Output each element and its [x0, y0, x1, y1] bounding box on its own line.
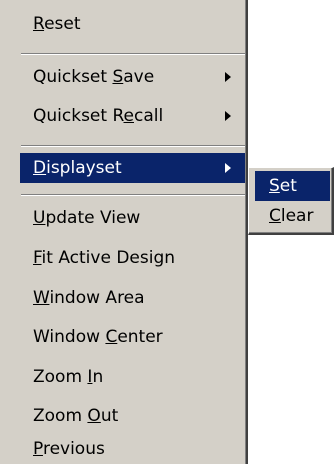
- menu-item-label: Zoom Out: [33, 406, 119, 426]
- menu-item-displayset[interactable]: Displayset: [20, 153, 245, 183]
- screenshot-stage: Reset Quickset Save Quickset Recall Disp…: [0, 0, 334, 464]
- menu-item-previous[interactable]: Previous: [20, 434, 245, 464]
- menu-item-quickset-recall[interactable]: Quickset Recall: [20, 101, 245, 131]
- menu-item-quickset-save[interactable]: Quickset Save: [20, 62, 245, 92]
- menu-separator: [21, 53, 245, 55]
- submenu-arrow-icon: [225, 111, 231, 121]
- submenu-item-set[interactable]: Set: [255, 171, 330, 201]
- submenu-arrow-icon: [225, 72, 231, 82]
- context-menu: Reset Quickset Save Quickset Recall Disp…: [0, 0, 248, 464]
- submenu-item-label: Clear: [269, 206, 314, 226]
- menu-separator: [21, 194, 245, 196]
- menu-item-reset[interactable]: Reset: [20, 9, 245, 39]
- menu-separator: [21, 145, 245, 147]
- menu-item-label: Window Area: [33, 288, 145, 308]
- menu-item-label: Quickset Recall: [33, 106, 164, 126]
- submenu-item-label: Set: [269, 176, 297, 196]
- menu-item-label: Previous: [33, 439, 105, 459]
- menu-item-label: Fit Active Design: [33, 248, 176, 268]
- menu-item-label: Displayset: [33, 158, 122, 178]
- menu-item-update-view[interactable]: Update View: [20, 203, 245, 233]
- menu-item-label: Reset: [33, 14, 81, 34]
- menu-item-fit-active-design[interactable]: Fit Active Design: [20, 243, 245, 273]
- menu-item-label: Update View: [33, 208, 141, 228]
- menu-item-window-area[interactable]: Window Area: [20, 283, 245, 313]
- menu-item-zoom-out[interactable]: Zoom Out: [20, 401, 245, 431]
- menu-item-label: Zoom In: [33, 367, 104, 387]
- submenu-arrow-icon: [225, 163, 231, 173]
- displayset-submenu: Set Clear: [248, 167, 334, 235]
- menu-item-zoom-in[interactable]: Zoom In: [20, 362, 245, 392]
- menu-item-label: Quickset Save: [33, 67, 155, 87]
- menu-item-window-center[interactable]: Window Center: [20, 322, 245, 352]
- menu-item-label: Window Center: [33, 327, 163, 347]
- submenu-item-clear[interactable]: Clear: [255, 201, 330, 231]
